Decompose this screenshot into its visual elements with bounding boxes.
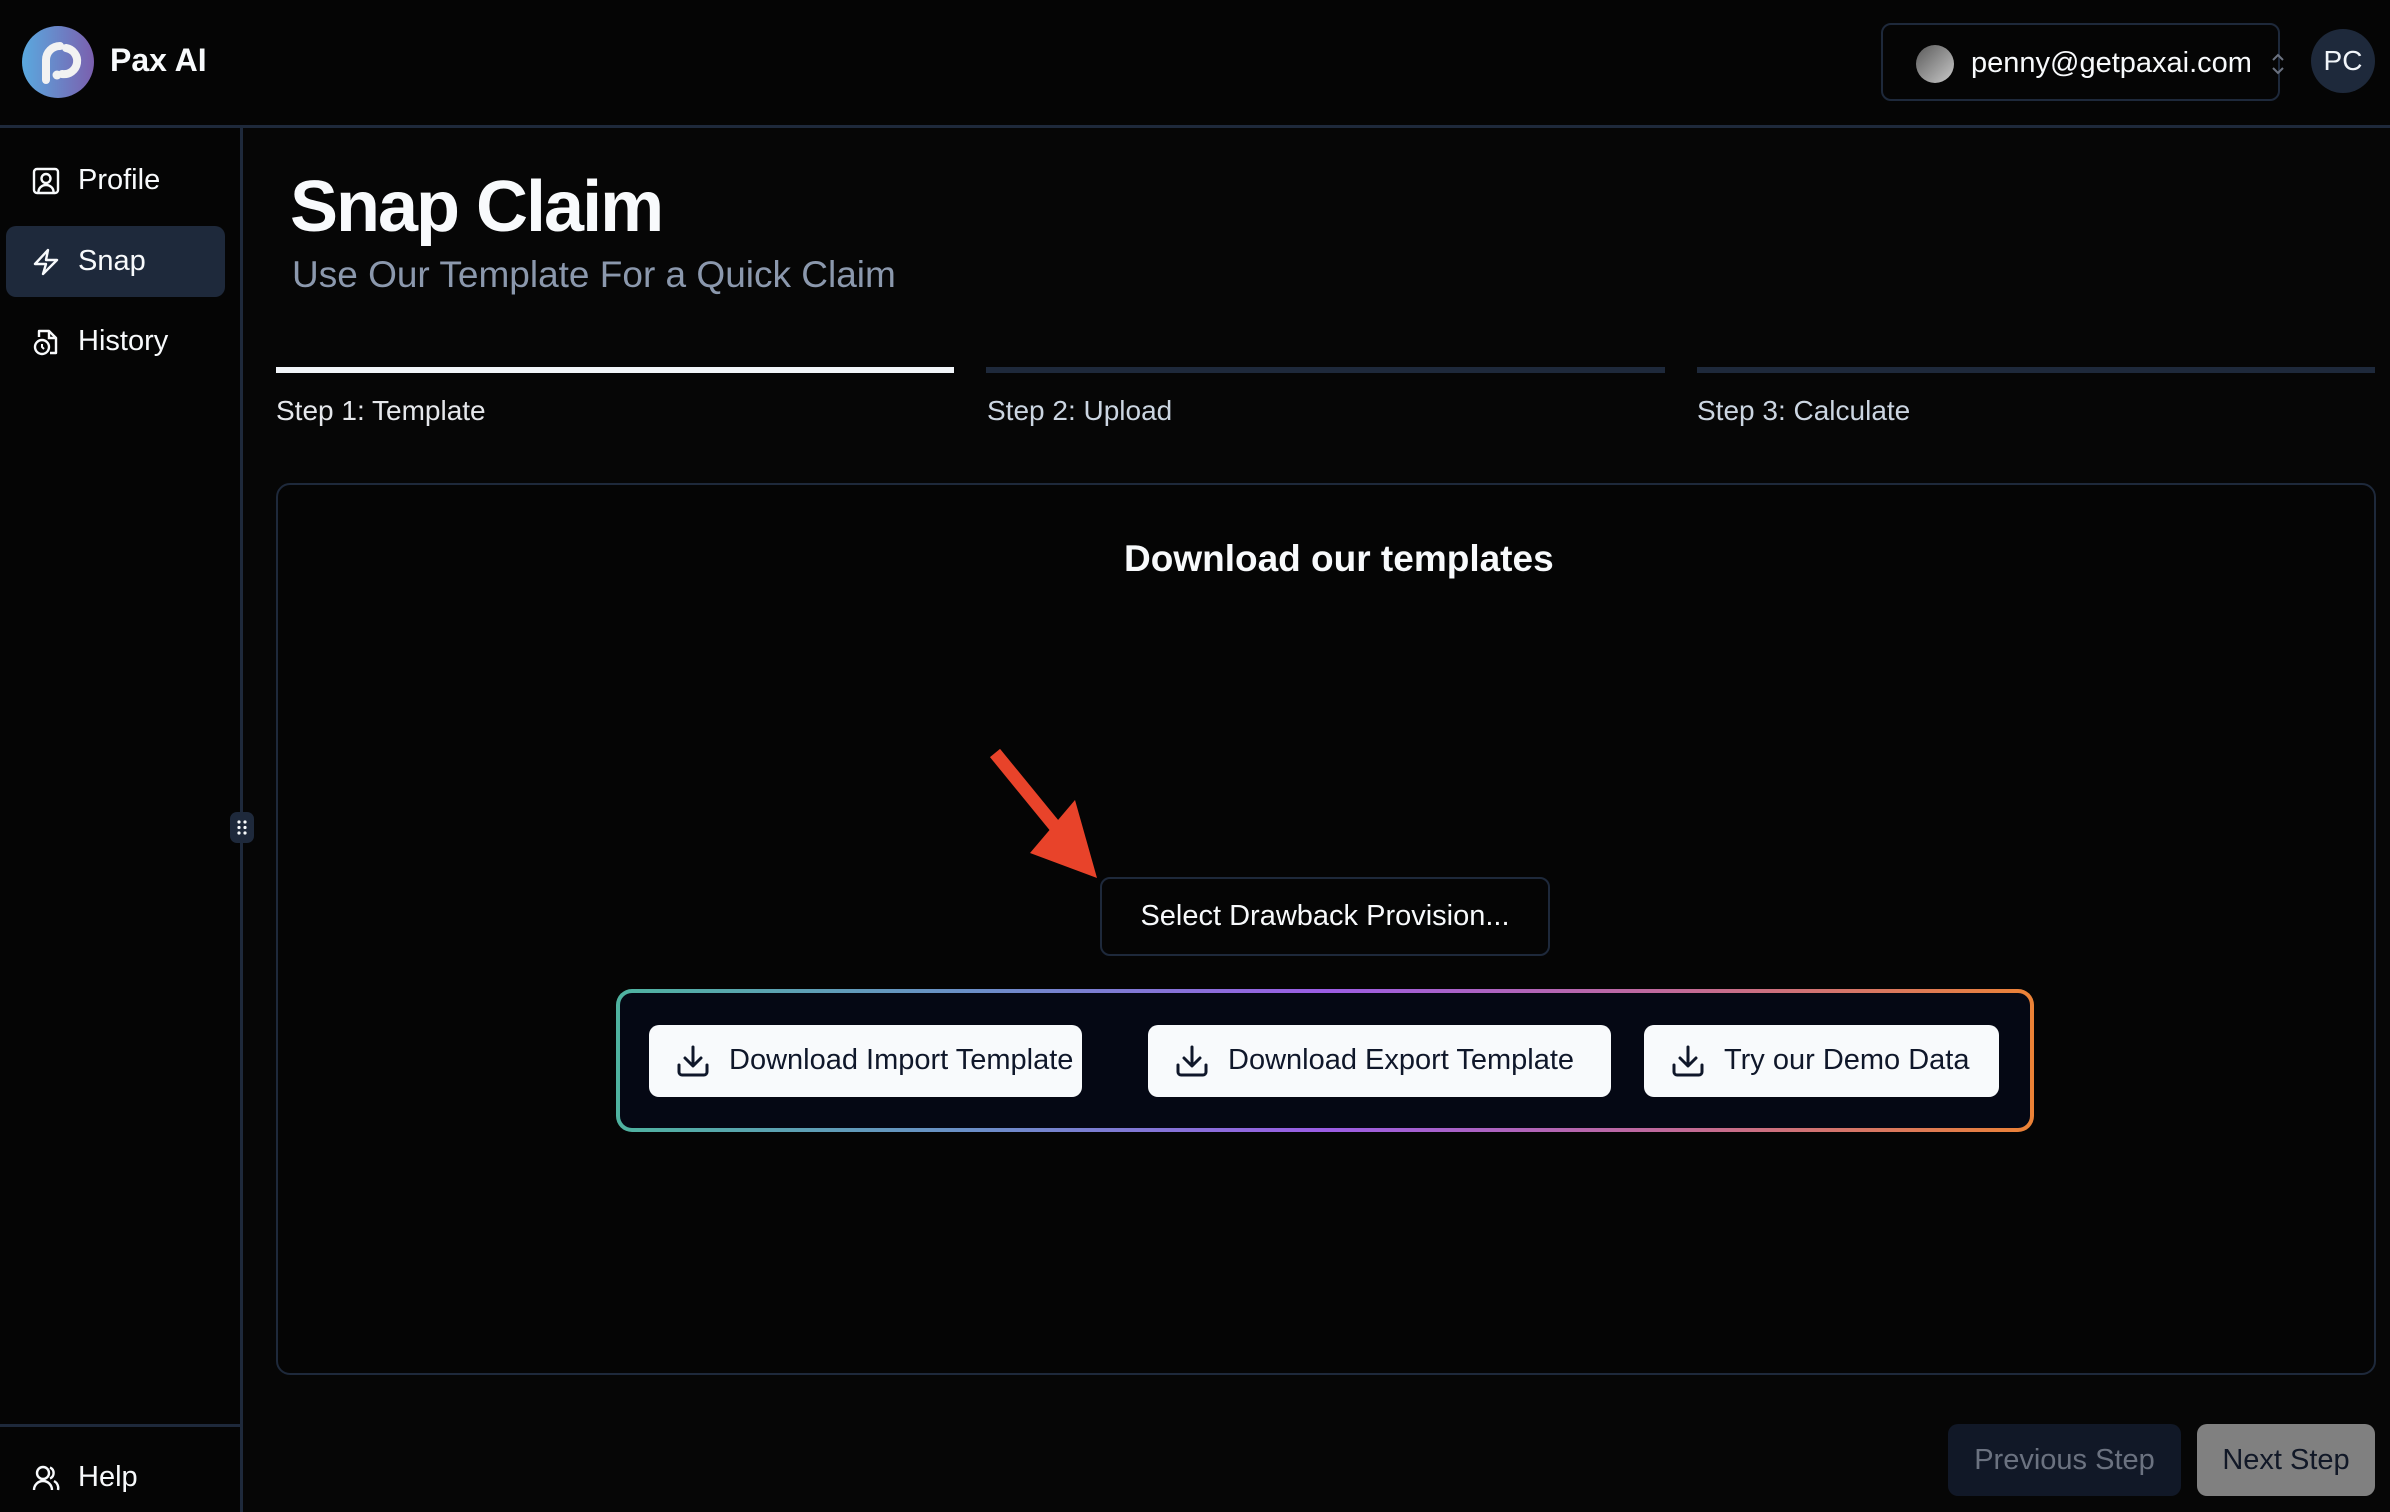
step-3-progress-bar [1697,367,2375,373]
sidebar-item-profile[interactable]: Profile [6,145,225,216]
step-2-progress-bar [986,367,1665,373]
lightning-icon [33,248,59,276]
step-1-label[interactable]: Step 1: Template [276,395,486,427]
sidebar-item-label: Snap [78,245,146,277]
button-label: Download Import Template [729,1044,1074,1076]
previous-step-button[interactable]: Previous Step [1948,1424,2181,1496]
account-avatar-icon [1916,45,1954,83]
grip-dots-icon [237,820,247,835]
button-label: Download Export Template [1228,1044,1575,1076]
top-header: Pax AI penny@getpaxai.com PC [0,0,2390,128]
user-avatar[interactable]: PC [2311,29,2375,93]
sidebar-item-label: Profile [78,164,161,196]
sidebar-item-snap[interactable]: Snap [6,226,225,297]
step-1-progress-bar [276,367,954,373]
account-email: penny@getpaxai.com [1971,47,2252,79]
card-title: Download our templates [1124,538,1554,579]
sidebar-resize-handle[interactable] [230,812,254,843]
page-title: Snap Claim [290,167,664,247]
chevrons-up-down-icon [2272,53,2284,75]
sidebar-item-history[interactable]: History [6,306,225,377]
annotation-arrow-icon [989,748,1097,878]
download-export-template-button[interactable]: Download Export Template [1148,1025,1611,1097]
step-2-label[interactable]: Step 2: Upload [987,395,1172,427]
sidebar-item-label: History [78,325,169,357]
account-switcher[interactable]: penny@getpaxai.com [1881,23,2284,101]
sidebar-item-help[interactable]: Help [6,1442,225,1512]
sidebar-divider [0,1424,240,1427]
download-icon [1672,1045,1704,1077]
sidebar: Profile Snap History Help [0,128,243,1512]
button-label: Try our Demo Data [1724,1044,1970,1076]
users-icon [32,1465,60,1491]
pax-logo-icon[interactable] [22,26,94,98]
download-icon [1176,1045,1208,1077]
drawback-provision-select[interactable]: Select Drawback Provision... [1100,877,1550,956]
try-demo-data-button[interactable]: Try our Demo Data [1644,1025,1999,1097]
download-import-template-button[interactable]: Download Import Template [649,1025,1082,1097]
download-icon [677,1045,709,1077]
user-square-icon [32,167,60,195]
brand-name: Pax AI [110,42,207,78]
file-clock-icon [33,329,58,356]
next-step-button[interactable]: Next Step [2197,1424,2375,1496]
page-subtitle: Use Our Template For a Quick Claim [292,254,896,295]
sidebar-item-label: Help [78,1461,138,1493]
step-3-label[interactable]: Step 3: Calculate [1697,395,1910,427]
